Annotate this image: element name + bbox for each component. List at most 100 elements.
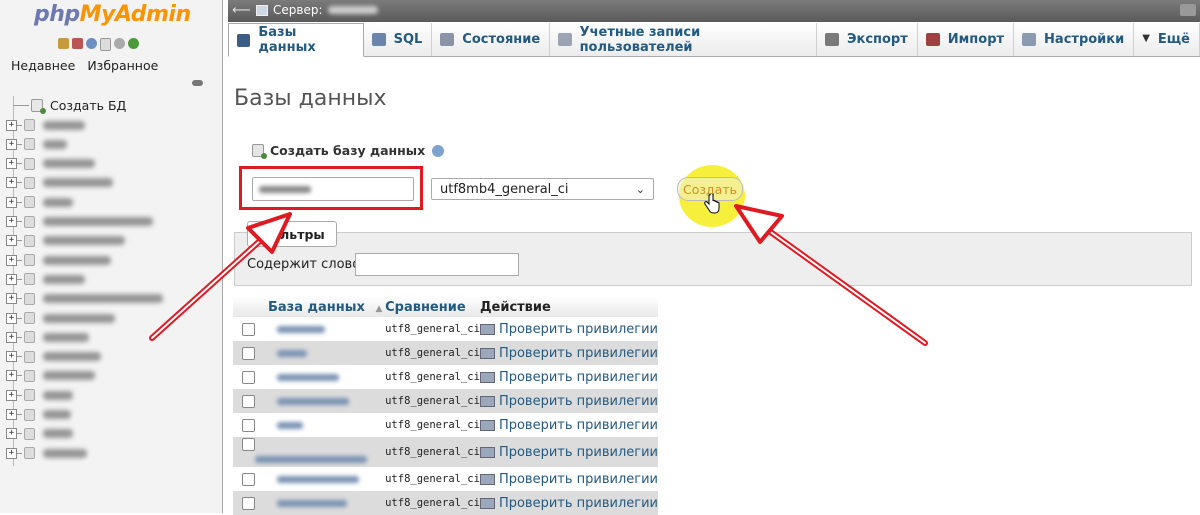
nav-tab-recent[interactable]: Недавнее bbox=[8, 58, 78, 73]
server-breadcrumb[interactable]: Сервер: bbox=[256, 3, 378, 17]
row-checkbox[interactable] bbox=[242, 472, 255, 486]
expand-icon[interactable]: + bbox=[6, 389, 17, 401]
database-name-link-redacted[interactable] bbox=[277, 397, 349, 405]
help-icon[interactable] bbox=[432, 144, 445, 157]
expand-icon[interactable]: + bbox=[6, 216, 17, 227]
tab-6[interactable]: Настройки bbox=[1014, 23, 1135, 56]
check-privileges-link[interactable]: Проверить привилегии bbox=[479, 317, 658, 341]
home-icon[interactable] bbox=[58, 38, 69, 49]
tree-database-item[interactable]: + bbox=[6, 386, 73, 404]
tree-database-item[interactable]: + bbox=[6, 425, 73, 443]
check-privileges-link[interactable]: Проверить привилегии bbox=[479, 341, 658, 365]
tab-1[interactable]: SQL bbox=[364, 23, 433, 56]
tree-database-item[interactable]: + bbox=[6, 232, 125, 250]
expand-icon[interactable]: + bbox=[6, 428, 17, 440]
expand-icon[interactable]: + bbox=[6, 119, 17, 131]
row-checkbox[interactable] bbox=[242, 438, 255, 451]
tree-database-item[interactable]: + bbox=[6, 213, 153, 231]
new-database-icon bbox=[252, 144, 267, 159]
expand-icon[interactable]: + bbox=[6, 196, 17, 208]
tree-database-item[interactable]: + bbox=[6, 367, 95, 385]
tab-label: Состояние bbox=[462, 32, 541, 47]
expand-icon[interactable]: + bbox=[6, 138, 17, 150]
table-row: utf8_general_ci Проверить привилегии bbox=[233, 491, 658, 515]
tab-5[interactable]: Импорт bbox=[918, 23, 1015, 56]
tree-database-item[interactable]: + bbox=[6, 309, 115, 327]
tree-database-item[interactable]: + bbox=[6, 328, 89, 346]
database-name-link-redacted[interactable] bbox=[255, 456, 367, 463]
database-name-link-redacted[interactable] bbox=[277, 475, 359, 483]
tree-database-item[interactable]: + bbox=[6, 116, 85, 134]
settings-icon[interactable] bbox=[114, 38, 125, 49]
check-privileges-link[interactable]: Проверить привилегии bbox=[479, 413, 658, 437]
database-name-input[interactable] bbox=[252, 177, 414, 201]
row-checkbox[interactable] bbox=[242, 418, 255, 432]
help-icon[interactable] bbox=[86, 38, 97, 49]
nav-tab-favorites[interactable]: Избранное bbox=[84, 58, 161, 73]
database-icon bbox=[24, 254, 35, 267]
check-privileges-link[interactable]: Проверить привилегии bbox=[479, 365, 658, 389]
wrench-icon bbox=[1022, 33, 1037, 46]
check-privileges-label: Проверить привилегии bbox=[498, 321, 658, 337]
link-with-main-panel-icon[interactable] bbox=[192, 80, 203, 86]
sql-icon bbox=[371, 33, 386, 46]
database-name-link-redacted[interactable] bbox=[277, 349, 307, 357]
phpmyadmin-logo[interactable]: phpMyAdmin bbox=[34, 2, 191, 27]
database-name-link-redacted[interactable] bbox=[277, 325, 325, 333]
tree-database-item[interactable]: + bbox=[6, 174, 113, 192]
tab-2[interactable]: Состояние bbox=[432, 23, 551, 56]
database-name-link-redacted[interactable] bbox=[277, 499, 347, 507]
reload-icon[interactable] bbox=[128, 38, 139, 49]
tab-0[interactable]: Базы данных bbox=[228, 23, 364, 57]
expand-icon[interactable]: + bbox=[6, 351, 17, 363]
row-checkbox[interactable] bbox=[242, 394, 255, 408]
filter-contains-input[interactable] bbox=[355, 253, 519, 276]
tree-database-item[interactable]: + bbox=[6, 251, 111, 269]
check-privileges-link[interactable]: Проверить привилегии bbox=[479, 491, 658, 515]
tree-database-item[interactable]: + bbox=[6, 155, 95, 173]
expand-icon[interactable]: + bbox=[6, 177, 17, 189]
tree-database-item[interactable]: + bbox=[6, 270, 85, 288]
expand-icon[interactable]: + bbox=[6, 273, 17, 285]
collation-select[interactable]: utf8mb4_general_ci ⌄ bbox=[431, 178, 654, 200]
tree-database-item[interactable]: + bbox=[6, 444, 87, 462]
check-privileges-link[interactable]: Проверить привилегии bbox=[479, 437, 658, 467]
expand-icon[interactable]: + bbox=[6, 158, 17, 170]
tree-new-database[interactable]: Создать БД bbox=[6, 96, 126, 114]
tree-database-item[interactable]: + bbox=[6, 406, 71, 424]
tab-7[interactable]: ▼ Ещё bbox=[1134, 23, 1200, 56]
logout-icon[interactable] bbox=[72, 38, 83, 49]
tree-database-item[interactable]: + bbox=[6, 348, 101, 366]
column-collation-header[interactable]: Сравнение bbox=[385, 297, 480, 317]
column-database-header[interactable]: База данных ▲ bbox=[233, 297, 386, 317]
database-name-redacted bbox=[43, 217, 153, 226]
expand-icon[interactable]: + bbox=[6, 254, 17, 266]
privileges-icon bbox=[479, 446, 495, 458]
export-icon bbox=[824, 33, 839, 46]
back-arrow-icon[interactable]: ⟵ bbox=[232, 3, 251, 18]
database-name-link-redacted[interactable] bbox=[277, 421, 303, 429]
tree-database-item[interactable]: + bbox=[6, 135, 67, 153]
expand-icon[interactable]: + bbox=[6, 235, 17, 247]
check-privileges-link[interactable]: Проверить привилегии bbox=[479, 467, 658, 491]
tab-4[interactable]: Экспорт bbox=[817, 23, 918, 56]
database-name-link-redacted[interactable] bbox=[277, 373, 339, 381]
expand-icon[interactable]: + bbox=[6, 331, 17, 343]
database-icon bbox=[24, 389, 35, 402]
expand-icon[interactable]: + bbox=[6, 409, 17, 420]
expand-icon[interactable]: + bbox=[6, 447, 17, 459]
database-name-redacted bbox=[43, 236, 125, 246]
expand-icon[interactable]: + bbox=[6, 370, 17, 382]
check-privileges-link[interactable]: Проверить привилегии bbox=[479, 389, 658, 413]
expand-icon[interactable]: + bbox=[6, 293, 17, 305]
row-checkbox[interactable] bbox=[242, 346, 255, 360]
row-checkbox[interactable] bbox=[242, 322, 255, 336]
tree-database-item[interactable]: + bbox=[6, 193, 73, 211]
tree-database-item[interactable]: + bbox=[6, 290, 163, 308]
expand-icon[interactable]: + bbox=[6, 312, 17, 324]
docs-icon[interactable] bbox=[100, 38, 111, 51]
row-checkbox[interactable] bbox=[242, 496, 255, 510]
tab-3[interactable]: Учетные записи пользователей bbox=[550, 23, 817, 56]
settings-toggle-icon[interactable] bbox=[1180, 4, 1196, 16]
row-checkbox[interactable] bbox=[242, 370, 255, 384]
